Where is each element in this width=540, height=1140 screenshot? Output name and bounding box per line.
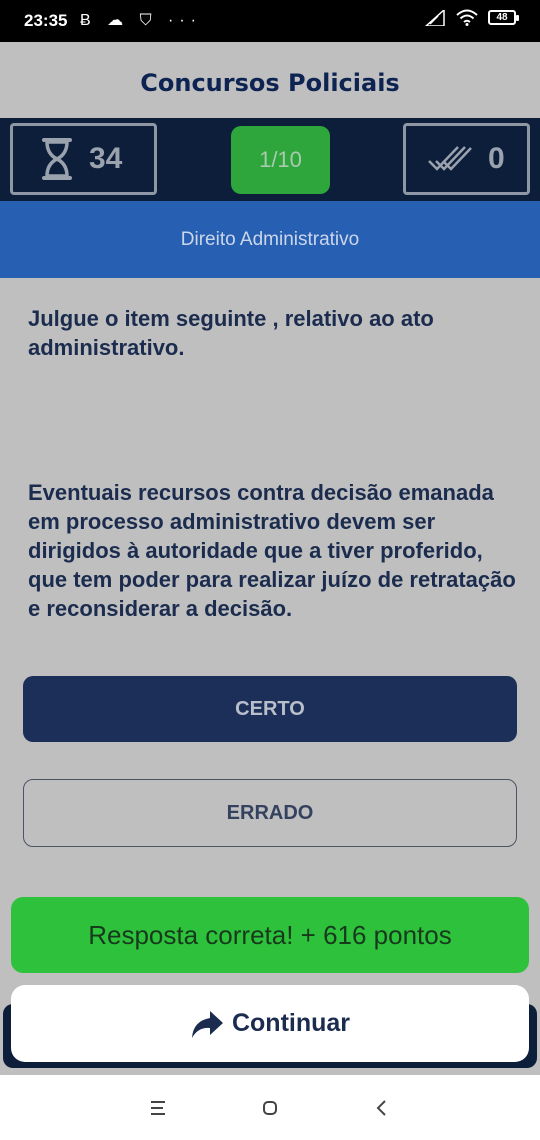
status-time: 23:35 (24, 11, 68, 30)
back-icon[interactable] (370, 1097, 394, 1119)
question-statement: Eventuais recursos contra decisão emanad… (28, 480, 516, 621)
correct-count-value: 0 (488, 142, 505, 175)
double-check-icon (428, 146, 472, 171)
status-bar: 23:35 Ƀ ☁ ⛉ ··· 48 (0, 0, 540, 42)
menu-icon[interactable] (146, 1097, 170, 1119)
answer-errado-button[interactable]: ERRADO (23, 779, 517, 847)
signal-icon (424, 9, 445, 26)
notification-icons: Ƀ ☁ ⛉ ··· (80, 12, 202, 29)
page-title: Concursos Policiais (140, 69, 400, 97)
feedback-banner: Resposta correta! + 616 pontos (11, 897, 529, 973)
wifi-icon (456, 9, 478, 26)
home-icon[interactable] (258, 1097, 282, 1119)
share-arrow-icon (191, 1010, 223, 1038)
correct-count-box: 0 (403, 123, 530, 195)
system-nav-bar (0, 1075, 540, 1140)
answer-certo-button[interactable]: CERTO (23, 676, 517, 742)
continue-button[interactable]: Continuar (11, 985, 529, 1062)
stats-bar: 34 1/10 0 (0, 118, 540, 201)
app-screen: Concursos Policiais 34 1/10 0 Direito Ad… (0, 42, 540, 1075)
hourglass-icon (42, 138, 72, 180)
timer-value: 34 (89, 142, 123, 175)
battery-icon: 48 (488, 10, 519, 25)
timer-box: 34 (10, 123, 157, 195)
category-banner: Direito Administrativo (0, 201, 540, 278)
continue-label: Continuar (231, 1009, 351, 1037)
question-progress-badge: 1/10 (231, 126, 330, 194)
question-intro: Julgue o item seguinte , relativo ao ato… (28, 306, 434, 360)
